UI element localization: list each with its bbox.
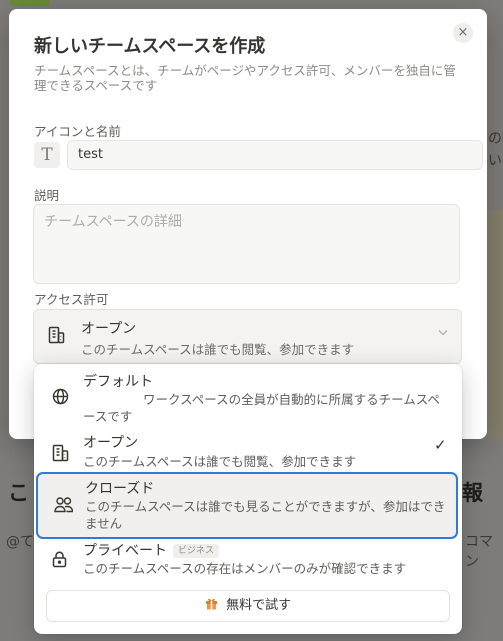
modal-title: 新しいチームスペースを作成	[34, 36, 266, 57]
option-title-text: プライベート	[83, 543, 167, 559]
access-dropdown-menu: デフォルト ワークスペースの全員が自動的に所属するチームスペースです オープン …	[34, 364, 462, 634]
access-select[interactable]: オープン このチームスペースは誰でも閲覧、参加できます	[33, 309, 462, 364]
option-title: プライベート ビジネス	[83, 540, 220, 560]
teamspace-icon-picker[interactable]: T	[34, 142, 60, 168]
globe-icon	[52, 388, 69, 405]
access-option-closed[interactable]: クローズド このチームスペースは誰でも見ることができますが、参加はできません	[36, 472, 458, 539]
close-icon: ×	[457, 25, 469, 40]
teamspace-description-input[interactable]: チームスペースの詳細	[33, 204, 460, 284]
access-label: アクセス許可	[34, 292, 109, 307]
close-button[interactable]: ×	[453, 23, 473, 43]
option-description: このチームスペースは誰でも見ることができますが、参加はできません	[85, 499, 446, 531]
option-description: ワークスペースの全員が自動的に所属するチームスペースです	[83, 392, 440, 424]
access-option-open[interactable]: オープン このチームスペースは誰でも閲覧、参加できます ✓	[34, 428, 462, 472]
background-heading-fragment: こ	[8, 481, 29, 505]
free-trial-button[interactable]: 無料で試す	[46, 590, 450, 622]
selected-access-title: オープン	[81, 321, 137, 337]
building-icon	[48, 326, 65, 344]
background-tab	[10, 0, 50, 6]
selected-access-description: このチームスペースは誰でも閲覧、参加できます	[81, 342, 355, 357]
access-option-private[interactable]: プライベート ビジネス このチームスペースの存在はメンバーのみが確認できます	[34, 540, 462, 582]
background-panel	[488, 210, 503, 440]
background-heading-fragment-right: 報	[462, 481, 483, 505]
building-icon	[52, 444, 69, 462]
people-icon	[54, 496, 73, 513]
gift-icon	[205, 598, 222, 613]
option-description: このチームスペースは誰でも閲覧、参加できます	[83, 454, 357, 469]
background-mention-fragment-right: コマン	[465, 534, 493, 570]
chevron-down-icon	[438, 329, 448, 336]
background-side-text: い	[488, 153, 502, 169]
option-title: クローズド	[85, 481, 155, 497]
business-plan-badge: ビジネス	[173, 544, 220, 558]
option-title: デフォルト	[83, 374, 153, 390]
option-title: オープン	[83, 435, 139, 451]
teamspace-name-input[interactable]: test	[67, 140, 483, 170]
free-trial-label: 無料で試す	[226, 598, 292, 613]
modal-description: チームスペースとは、チームがページやアクセス許可、メンバーを独自に管理できるスペ…	[34, 63, 456, 93]
icon-and-name-label: アイコンと名前	[34, 124, 121, 139]
description-label: 説明	[34, 188, 60, 203]
option-description: このチームスペースの存在はメンバーのみが確認できます	[83, 561, 407, 576]
lock-icon	[52, 551, 67, 568]
background-mention-fragment: @て	[6, 534, 34, 550]
access-option-default[interactable]: デフォルト ワークスペースの全員が自動的に所属するチームスペースです	[34, 364, 462, 428]
background-side-text: の	[488, 131, 502, 147]
check-icon: ✓	[434, 436, 447, 454]
